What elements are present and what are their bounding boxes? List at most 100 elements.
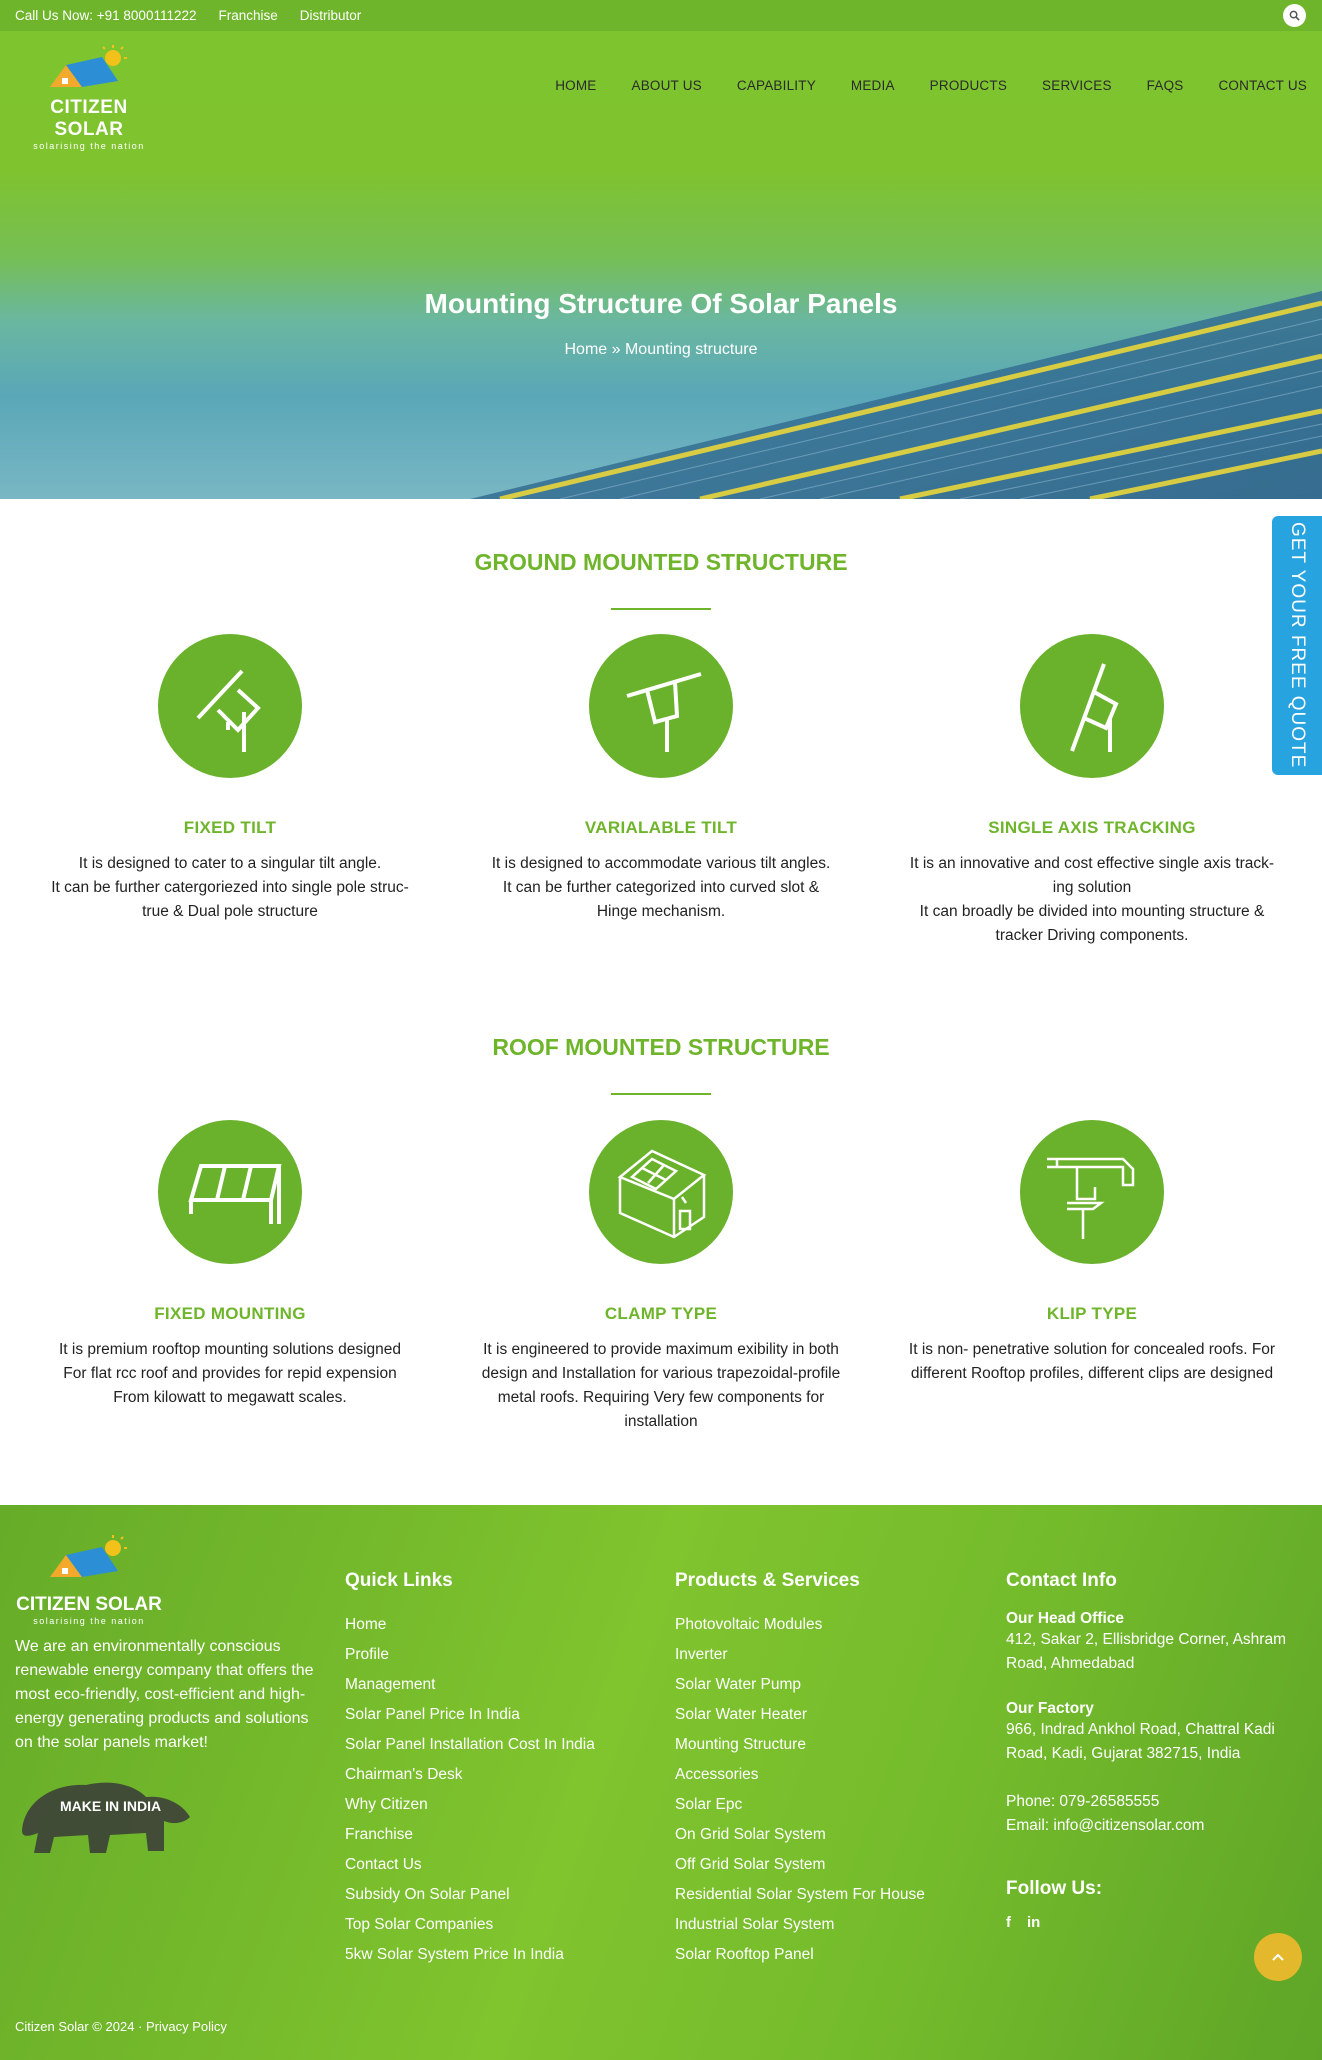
brand-name: CITIZEN SOLAR [50, 97, 128, 140]
quick-link-item[interactable]: Chairman's Desk [345, 1760, 645, 1790]
linkedin-icon[interactable]: in [1027, 1914, 1040, 1931]
nav-faqs[interactable]: FAQS [1147, 78, 1184, 93]
nav-capability[interactable]: CAPABILITY [737, 78, 816, 93]
single-axis-tracking-icon [1020, 634, 1164, 778]
head-office-label: Our Head Office [1006, 1610, 1124, 1627]
quick-link-item[interactable]: Management [345, 1670, 645, 1700]
card-fixed-mounting: FIXED MOUNTING It is premium rooftop mou… [20, 1120, 440, 1410]
fixed-mounting-icon [158, 1120, 302, 1264]
nav-contact-us[interactable]: CONTACT US [1218, 78, 1307, 93]
card-text: It is premium rooftop mounting solutions… [58, 1341, 402, 1406]
nav-products[interactable]: PRODUCTS [930, 78, 1007, 93]
quick-link-item[interactable]: Profile [345, 1640, 645, 1670]
card-klip-type: KLIP TYPE It is non- penetrative solutio… [882, 1120, 1302, 1386]
product-link-item[interactable]: Off Grid Solar System [675, 1850, 975, 1880]
footer-brand-tagline: solarising the nation [33, 1616, 145, 1626]
quick-link-item[interactable]: Contact Us [345, 1850, 645, 1880]
product-link-item[interactable]: Solar Water Pump [675, 1670, 975, 1700]
social-links: f in [1006, 1914, 1311, 1931]
card-text: It is designed to cater to a singular ti… [51, 855, 409, 920]
nav-about-us[interactable]: ABOUT US [632, 78, 702, 93]
product-link-item[interactable]: Solar Water Heater [675, 1700, 975, 1730]
card-variable-tilt: VARIALABLE TILT It is designed to accomm… [451, 634, 871, 924]
make-in-india-logo: MAKE IN INDIA [14, 1771, 196, 1857]
variable-tilt-icon [589, 634, 733, 778]
section-divider [611, 608, 711, 610]
quick-link-item[interactable]: Why Citizen [345, 1790, 645, 1820]
products-list: Photovoltaic Modules Inverter Solar Water … [675, 1610, 975, 1970]
quick-link-item[interactable]: Home [345, 1610, 645, 1640]
card-fixed-tilt: FIXED TILT It is designed to cater to a … [20, 634, 440, 924]
klip-type-icon [1020, 1120, 1164, 1264]
nav-media[interactable]: MEDIA [851, 78, 895, 93]
section-divider [611, 1093, 711, 1095]
card-clamp-type: CLAMP TYPE It is engineered to provide m… [451, 1120, 871, 1434]
franchise-link[interactable]: Franchise [219, 8, 278, 23]
card-text: It is non- penetrative solution for conc… [908, 1341, 1276, 1382]
products-title: Products & Services [675, 1570, 860, 1591]
quick-link-item[interactable]: Top Solar Companies [345, 1910, 645, 1940]
factory-label: Our Factory [1006, 1700, 1094, 1717]
product-link-item[interactable]: Inverter [675, 1640, 975, 1670]
quick-link-item[interactable]: 5kw Solar System Price In India [345, 1940, 645, 1970]
page-title: Mounting Structure Of Solar Panels [424, 288, 898, 319]
breadcrumb[interactable]: Home » Mounting structure [0, 341, 1322, 359]
product-link-item[interactable]: Solar Epc [675, 1790, 975, 1820]
quick-link-item[interactable]: Solar Panel Installation Cost In India [345, 1730, 645, 1760]
quick-links-title: Quick Links [345, 1570, 453, 1591]
nav-home[interactable]: HOME [555, 78, 596, 93]
product-link-item[interactable]: Residential Solar System For House [675, 1880, 975, 1910]
product-link-item[interactable]: On Grid Solar System [675, 1820, 975, 1850]
head-office-address: 412, Sakar 2, Ellisbridge Corner, Ashram… [1006, 1631, 1286, 1672]
card-title: KLIP TYPE [1046, 1304, 1138, 1323]
product-link-item[interactable]: Accessories [675, 1760, 975, 1790]
quick-link-item[interactable]: Subsidy On Solar Panel [345, 1880, 645, 1910]
roof-section-title: ROOF MOUNTED STRUCTURE [492, 1034, 830, 1060]
contact-column: Contact Info Our Head Office 412, Sakar … [1006, 1570, 1311, 1931]
quick-links-list: Home Profile Management Solar Panel Price I… [345, 1610, 645, 1970]
chevron-up-icon [1272, 1953, 1284, 1961]
clamp-type-icon [589, 1120, 733, 1264]
call-us-link[interactable]: Call Us Now: +91 8000111222 [15, 8, 197, 23]
hero-banner: CITIZEN SOLAR solarising the nation HOME… [0, 31, 1322, 499]
products-column: Products & Services Photovoltaic Modules… [675, 1570, 975, 1970]
email-address[interactable]: Email: info@citizensolar.com [1006, 1814, 1311, 1838]
main-nav: HOME ABOUT US CAPABILITY MEDIA PRODUCTS … [520, 78, 1307, 93]
quick-links-column: Quick Links Home Profile Management Solar P… [345, 1570, 645, 1970]
make-in-india-text: MAKE IN INDIA [60, 1798, 161, 1814]
quick-link-item[interactable]: Franchise [345, 1820, 645, 1850]
lion-icon: MAKE IN INDIA [22, 1782, 190, 1853]
factory-address: 966, Indrad Ankhol Road, Chattral Kadi R… [1006, 1721, 1275, 1762]
distributor-link[interactable]: Distributor [300, 8, 362, 23]
top-bar: Call Us Now: +91 8000111222 Franchise Di… [0, 0, 1322, 31]
footer-brand-name: CITIZEN SOLAR [16, 1594, 162, 1615]
follow-us-title: Follow Us: [1006, 1878, 1103, 1899]
card-title: SINGLE AXIS TRACKING [988, 818, 1196, 837]
copyright[interactable]: Citizen Solar © 2024 · Privacy Policy [15, 2019, 227, 2034]
ground-section-title: GROUND MOUNTED STRUCTURE [474, 549, 848, 575]
card-title: FIXED TILT [183, 818, 277, 837]
product-link-item[interactable]: Solar Rooftop Panel [675, 1940, 975, 1970]
fixed-tilt-icon [158, 634, 302, 778]
footer-about-text: We are an environmentally conscious rene… [15, 1638, 314, 1751]
product-link-item[interactable]: Mounting Structure [675, 1730, 975, 1760]
card-title: FIXED MOUNTING [154, 1304, 306, 1323]
card-title: VARIALABLE TILT [584, 818, 738, 837]
card-text: It is an innovative and cost effective s… [909, 855, 1275, 944]
product-link-item[interactable]: Photovoltaic Modules [675, 1610, 975, 1640]
brand-text: CITIZEN SOLAR solarising the nation [14, 97, 164, 151]
solar-panel-background [470, 291, 1322, 499]
facebook-icon[interactable]: f [1006, 1914, 1011, 1931]
card-single-axis-tracking: SINGLE AXIS TRACKING It is an innovative… [882, 634, 1302, 948]
scroll-to-top-button[interactable] [1254, 1933, 1302, 1981]
search-button[interactable] [1283, 4, 1306, 27]
phone-number[interactable]: Phone: 079-26585555 [1006, 1790, 1311, 1814]
footer-logo[interactable]: CITIZEN SOLAR solarising the nation [14, 1535, 164, 1626]
contact-title: Contact Info [1006, 1570, 1117, 1591]
search-icon [1289, 10, 1300, 21]
quick-link-item[interactable]: Solar Panel Price In India [345, 1700, 645, 1730]
brand-tagline: solarising the nation [33, 141, 145, 151]
nav-services[interactable]: SERVICES [1042, 78, 1112, 93]
product-link-item[interactable]: Industrial Solar System [675, 1910, 975, 1940]
citizen-solar-logo-icon [50, 1535, 127, 1577]
